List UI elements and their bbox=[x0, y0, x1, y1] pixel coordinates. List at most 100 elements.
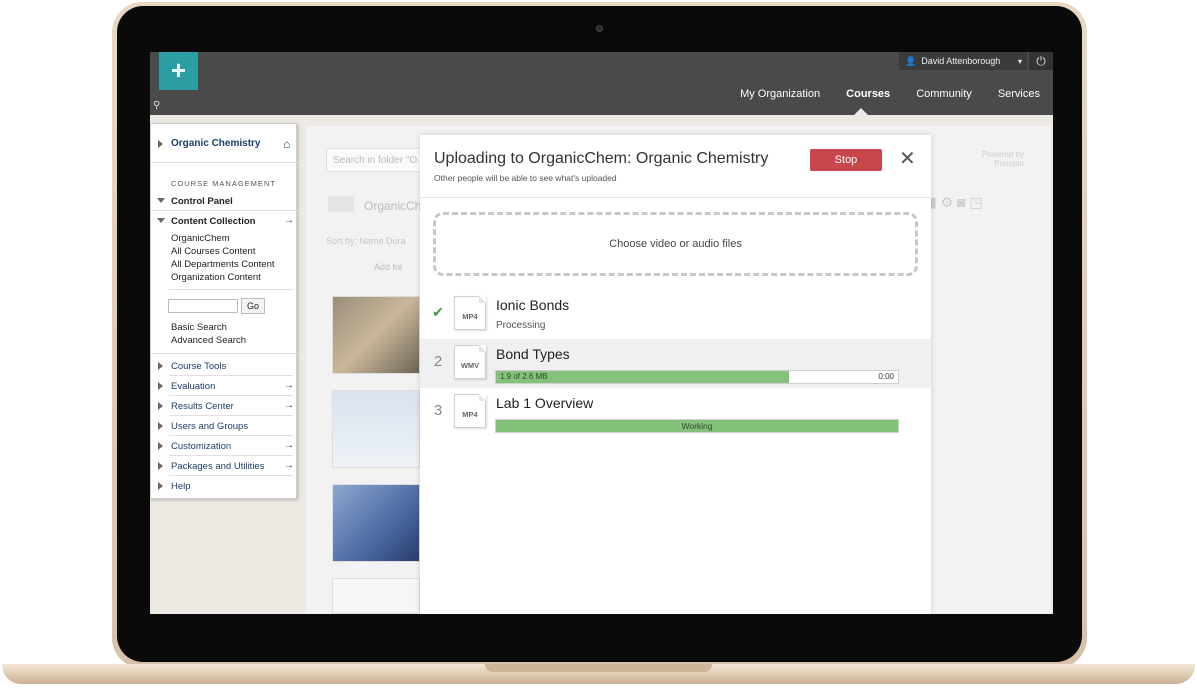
course-menu: Organic Chemistry ⌂ COURSE MANAGEMENT Co… bbox=[150, 123, 298, 499]
file-type-icon: WMV bbox=[454, 345, 486, 379]
upload-row: 2 WMV Bond Types 1.9 of 2.6 MB 0:00 bbox=[420, 339, 931, 388]
divider bbox=[169, 415, 293, 416]
folder-search-input[interactable]: Search in folder "O bbox=[326, 148, 421, 172]
chevron-down-icon: ▾ bbox=[1017, 56, 1022, 66]
arrow-right-icon[interactable]: → bbox=[284, 215, 294, 226]
file-name: Bond Types bbox=[496, 346, 570, 362]
menu-course-tools[interactable]: Course Tools bbox=[171, 361, 226, 372]
collection-search-input[interactable] bbox=[168, 299, 238, 313]
video-thumbnail[interactable] bbox=[332, 390, 420, 468]
course-title[interactable]: Organic Chemistry bbox=[171, 138, 260, 149]
nav-services[interactable]: Services bbox=[985, 82, 1053, 106]
collapse-icon[interactable] bbox=[157, 218, 165, 223]
share-icon[interactable]: ◳ bbox=[969, 194, 982, 210]
toolbar-icons: ▮ ⚙ ◙ ◳ bbox=[929, 194, 983, 211]
stop-button[interactable]: Stop bbox=[810, 149, 882, 171]
add-folder-button[interactable]: Add fol bbox=[374, 262, 402, 272]
content-link-all-departments[interactable]: All Departments Content bbox=[171, 259, 275, 270]
file-name: Ionic Bonds bbox=[496, 297, 570, 313]
link-icon[interactable]: ⚲ bbox=[153, 100, 160, 111]
powered-by-panopto: Powered by Panopto bbox=[981, 150, 1024, 168]
power-icon[interactable]: ⏻ bbox=[1029, 52, 1053, 70]
add-logo-tile[interactable]: + bbox=[159, 52, 198, 90]
arrow-right-icon[interactable]: → bbox=[284, 380, 294, 391]
arrow-right-icon[interactable]: → bbox=[284, 440, 294, 451]
expand-icon[interactable] bbox=[158, 382, 163, 390]
home-icon[interactable]: ⌂ bbox=[283, 137, 290, 151]
menu-customization[interactable]: Customization bbox=[171, 441, 231, 452]
webcam bbox=[596, 25, 603, 32]
upload-row: 3 MP4 Lab 1 Overview Working bbox=[420, 388, 931, 437]
divider bbox=[151, 353, 298, 354]
file-name: Lab 1 Overview bbox=[496, 395, 594, 411]
sort-bar: Sort by: Name Dura bbox=[326, 236, 406, 246]
basic-search-link[interactable]: Basic Search bbox=[171, 322, 227, 333]
section-heading: COURSE MANAGEMENT bbox=[171, 179, 276, 188]
menu-packages-and-utilities[interactable]: Packages and Utilities bbox=[171, 461, 264, 472]
menu-users-and-groups[interactable]: Users and Groups bbox=[171, 421, 248, 432]
top-header: + ⚲ 👤 David Attenborough ▾ ⏻ My Organiza… bbox=[150, 52, 1053, 115]
nav-my-organization[interactable]: My Organization bbox=[727, 82, 833, 106]
user-icon: 👤 bbox=[905, 55, 917, 66]
file-type-icon: MP4 bbox=[454, 296, 486, 330]
divider bbox=[169, 395, 293, 396]
arrow-right-icon[interactable]: → bbox=[284, 400, 294, 411]
menu-evaluation[interactable]: Evaluation bbox=[171, 381, 215, 392]
content-link-organization[interactable]: Organization Content bbox=[171, 272, 261, 283]
upload-progress-bar: Working bbox=[495, 419, 899, 433]
expand-icon[interactable] bbox=[158, 422, 163, 430]
divider bbox=[151, 210, 298, 211]
nav-community[interactable]: Community bbox=[903, 82, 985, 106]
menu-results-center[interactable]: Results Center bbox=[171, 401, 234, 412]
upload-row: ✔ MP4 Ionic Bonds Processing bbox=[420, 290, 931, 339]
upload-dialog: Uploading to OrganicChem: Organic Chemis… bbox=[420, 135, 931, 614]
advanced-search-link[interactable]: Advanced Search bbox=[171, 335, 246, 346]
progress-label: 1.9 of 2.6 MB bbox=[500, 372, 548, 381]
rss-icon[interactable]: ◙ bbox=[957, 194, 965, 210]
divider bbox=[169, 375, 293, 376]
main-nav: My Organization Courses Community Servic… bbox=[727, 82, 1053, 106]
menu-help[interactable]: Help bbox=[171, 481, 191, 492]
arrow-right-icon[interactable]: → bbox=[284, 460, 294, 471]
close-icon[interactable]: ✕ bbox=[899, 148, 916, 170]
nav-courses[interactable]: Courses bbox=[833, 82, 903, 106]
content-link-all-courses[interactable]: All Courses Content bbox=[171, 246, 255, 257]
file-dropzone[interactable]: Choose video or audio files bbox=[433, 212, 918, 276]
divider bbox=[420, 197, 931, 198]
divider bbox=[169, 435, 293, 436]
expand-icon[interactable] bbox=[158, 482, 163, 490]
content-link-organicchem[interactable]: OrganicChem bbox=[171, 233, 230, 244]
collapse-icon[interactable] bbox=[157, 198, 165, 203]
divider bbox=[151, 162, 298, 163]
queue-number: 3 bbox=[433, 402, 443, 419]
content-collection-label[interactable]: Content Collection bbox=[171, 216, 255, 227]
active-nav-pointer bbox=[854, 108, 868, 115]
control-panel-label[interactable]: Control Panel bbox=[171, 196, 233, 207]
go-button[interactable]: Go bbox=[241, 298, 265, 314]
screen: + ⚲ 👤 David Attenborough ▾ ⏻ My Organiza… bbox=[150, 52, 1053, 614]
dialog-subtitle: Other people will be able to see what's … bbox=[434, 173, 617, 183]
file-type-icon: MP4 bbox=[454, 394, 486, 428]
folder-icon bbox=[328, 196, 354, 212]
video-thumbnail[interactable] bbox=[332, 484, 420, 562]
expand-icon[interactable] bbox=[158, 402, 163, 410]
divider bbox=[169, 455, 293, 456]
divider bbox=[169, 289, 293, 290]
user-menu[interactable]: 👤 David Attenborough ▾ bbox=[899, 52, 1027, 70]
video-thumbnail[interactable] bbox=[332, 296, 420, 374]
file-status: Processing bbox=[496, 320, 546, 331]
checkmark-icon: ✔ bbox=[432, 304, 444, 320]
expand-icon[interactable] bbox=[158, 442, 163, 450]
expand-icon[interactable] bbox=[158, 140, 163, 148]
upload-progress-bar: 1.9 of 2.6 MB 0:00 bbox=[495, 370, 899, 384]
laptop-notch bbox=[485, 664, 712, 672]
file-extension: MP4 bbox=[462, 312, 478, 321]
expand-icon[interactable] bbox=[158, 462, 163, 470]
expand-icon[interactable] bbox=[158, 362, 163, 370]
queue-number: 2 bbox=[433, 353, 443, 370]
user-name: David Attenborough bbox=[921, 56, 1001, 66]
video-thumbnail[interactable] bbox=[332, 578, 420, 614]
file-extension: MP4 bbox=[462, 410, 478, 419]
gear-icon[interactable]: ⚙ bbox=[941, 194, 954, 210]
progress-time: 0:00 bbox=[878, 372, 894, 381]
